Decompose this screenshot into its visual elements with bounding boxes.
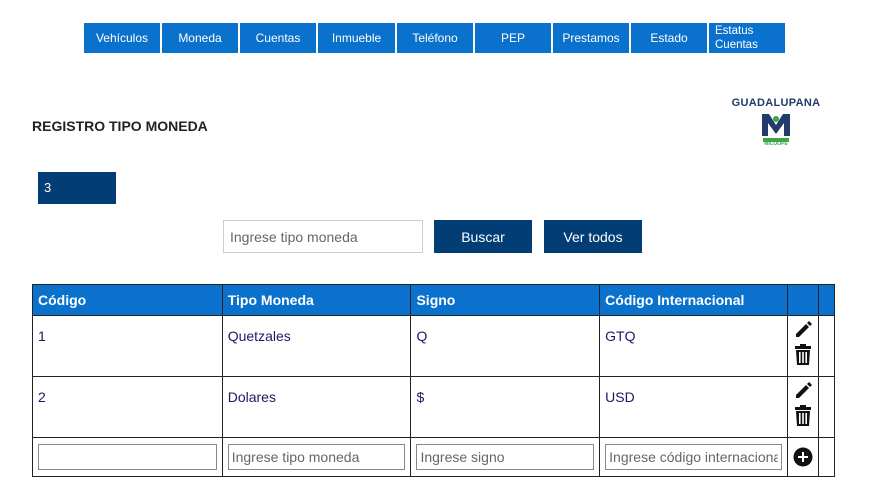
logo-subtext: MICOOPE bbox=[764, 141, 788, 147]
header-signo: Signo bbox=[410, 284, 601, 316]
cell-tipo: Quetzales bbox=[221, 315, 412, 377]
header-actions bbox=[786, 284, 819, 316]
cell-spacer bbox=[817, 376, 836, 438]
table-row: 1 Quetzales Q GTQ bbox=[32, 315, 836, 377]
cell-actions bbox=[786, 376, 819, 438]
nav-inmueble[interactable]: Inmueble bbox=[318, 23, 395, 53]
nav-pep[interactable]: PEP bbox=[475, 23, 551, 53]
header-tipo-moneda: Tipo Moneda bbox=[221, 284, 412, 316]
m-logo-icon bbox=[762, 114, 790, 142]
header-spacer bbox=[817, 284, 836, 316]
logo-text: GUADALUPANA bbox=[731, 97, 821, 109]
delete-icon[interactable] bbox=[794, 405, 812, 429]
cell-signo: $ bbox=[410, 376, 601, 438]
new-cell-actions bbox=[786, 437, 819, 477]
record-counter: 3 bbox=[38, 172, 116, 204]
search-input[interactable] bbox=[223, 220, 423, 253]
top-nav: Vehículos Moneda Cuentas Inmueble Teléfo… bbox=[84, 23, 787, 53]
logo: GUADALUPANA MICOOPE bbox=[727, 97, 825, 147]
new-row bbox=[32, 437, 836, 477]
header-codigo: Código bbox=[32, 284, 223, 316]
cell-codigo: 1 bbox=[32, 315, 223, 377]
add-icon[interactable] bbox=[793, 447, 813, 470]
new-signo-input[interactable] bbox=[416, 444, 595, 470]
nav-prestamos[interactable]: Prestamos bbox=[553, 23, 629, 53]
nav-estatus-line1: Estatus bbox=[715, 25, 754, 37]
nav-estado[interactable]: Estado bbox=[631, 23, 707, 53]
cell-signo: Q bbox=[410, 315, 601, 377]
search-button[interactable]: Buscar bbox=[434, 220, 532, 253]
nav-estatus-line2: Cuentas bbox=[715, 39, 758, 51]
cell-internacional: USD bbox=[599, 376, 788, 438]
edit-icon[interactable] bbox=[793, 320, 813, 344]
new-internacional-input[interactable] bbox=[605, 444, 782, 470]
delete-icon[interactable] bbox=[794, 344, 812, 368]
nav-telefono[interactable]: Teléfono bbox=[397, 23, 473, 53]
view-all-button[interactable]: Ver todos bbox=[544, 220, 642, 253]
new-cell-signo bbox=[410, 437, 601, 477]
cell-tipo: Dolares bbox=[221, 376, 412, 438]
new-cell-spacer bbox=[817, 437, 836, 477]
currency-table: Código Tipo Moneda Signo Código Internac… bbox=[32, 284, 836, 477]
cell-spacer bbox=[817, 315, 836, 377]
cell-codigo: 2 bbox=[32, 376, 223, 438]
nav-moneda[interactable]: Moneda bbox=[162, 23, 238, 53]
new-tipo-input[interactable] bbox=[227, 444, 406, 470]
table-row: 2 Dolares $ USD bbox=[32, 376, 836, 438]
new-cell-internacional bbox=[599, 437, 788, 477]
cell-internacional: GTQ bbox=[599, 315, 788, 377]
cell-actions bbox=[786, 315, 819, 377]
new-codigo-input[interactable] bbox=[38, 444, 217, 470]
page-title: REGISTRO TIPO MONEDA bbox=[32, 118, 208, 134]
nav-estatus-cuentas[interactable]: Estatus Cuentas bbox=[709, 23, 785, 53]
nav-vehiculos[interactable]: Vehículos bbox=[84, 23, 160, 53]
table-header-row: Código Tipo Moneda Signo Código Internac… bbox=[32, 284, 836, 316]
edit-icon[interactable] bbox=[793, 381, 813, 405]
header-codigo-internacional: Código Internacional bbox=[599, 284, 788, 316]
new-cell-codigo bbox=[32, 437, 223, 477]
new-cell-tipo bbox=[221, 437, 412, 477]
nav-cuentas[interactable]: Cuentas bbox=[240, 23, 316, 53]
